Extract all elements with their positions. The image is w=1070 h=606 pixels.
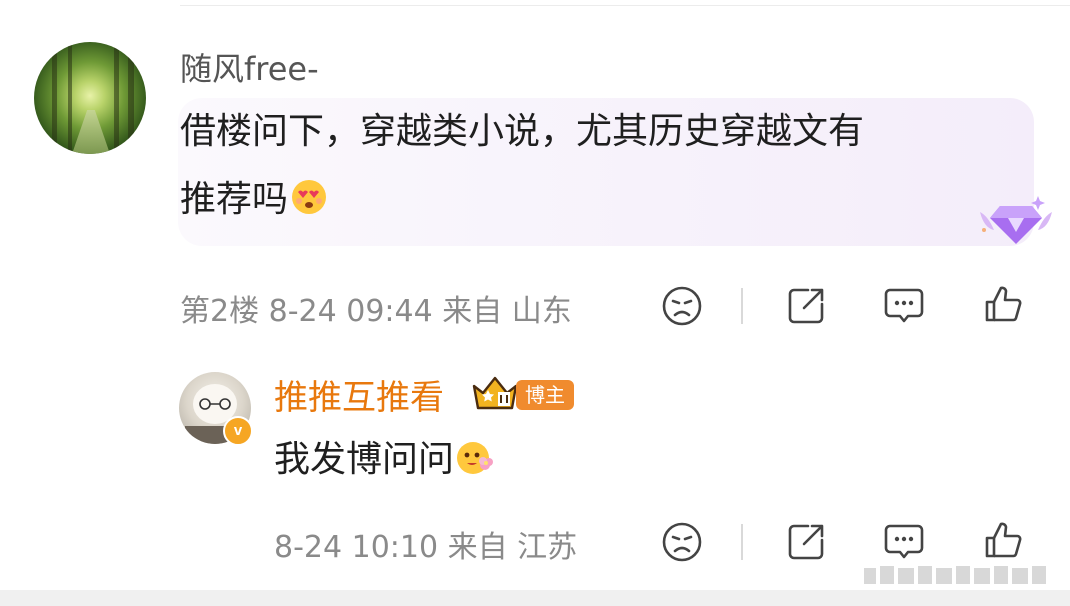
verified-badge-icon: v bbox=[223, 416, 253, 446]
comment-icon[interactable] bbox=[882, 520, 926, 564]
reply-text: 我发博问问 bbox=[274, 436, 494, 484]
top-divider bbox=[180, 5, 1070, 6]
reply-location: 来自 江苏 bbox=[447, 530, 578, 565]
watermark-icon bbox=[864, 566, 1046, 584]
comment-text-line2: 推荐吗 bbox=[180, 176, 328, 224]
diamond-badge-icon bbox=[980, 196, 1052, 244]
sad-face-icon[interactable] bbox=[660, 284, 704, 328]
floor-number: 第2楼 bbox=[180, 294, 260, 329]
share-icon[interactable] bbox=[784, 284, 828, 328]
comment-meta: 第2楼 8-24 09:44 来自 山东 bbox=[180, 286, 572, 330]
reply-meta: 8-24 10:10 来自 江苏 bbox=[274, 522, 577, 566]
bottom-strip bbox=[0, 590, 1070, 606]
action-divider bbox=[741, 524, 743, 560]
share-icon[interactable] bbox=[784, 520, 828, 564]
comment-username[interactable]: 随风free- bbox=[180, 44, 319, 90]
comment-text: 借楼问下，穿越类小说，尤其历史穿越文有 bbox=[180, 111, 865, 152]
blogger-tag: 博主 bbox=[516, 380, 574, 410]
heart-eyes-emoji-icon bbox=[292, 180, 327, 214]
comment-location: 来自 山东 bbox=[442, 294, 572, 329]
like-icon[interactable] bbox=[981, 518, 1025, 562]
reply-timestamp: 8-24 10:10 bbox=[274, 530, 439, 565]
blushing-flower-emoji-icon bbox=[457, 442, 494, 474]
action-divider bbox=[741, 288, 743, 324]
sad-face-icon[interactable] bbox=[660, 520, 704, 564]
avatar[interactable] bbox=[34, 42, 146, 154]
comment-icon[interactable] bbox=[882, 284, 926, 328]
like-icon[interactable] bbox=[981, 282, 1025, 326]
reply-username[interactable]: 推推互推看 bbox=[274, 370, 444, 419]
crown-icon bbox=[472, 376, 518, 410]
comment-timestamp: 8-24 09:44 bbox=[268, 294, 433, 329]
